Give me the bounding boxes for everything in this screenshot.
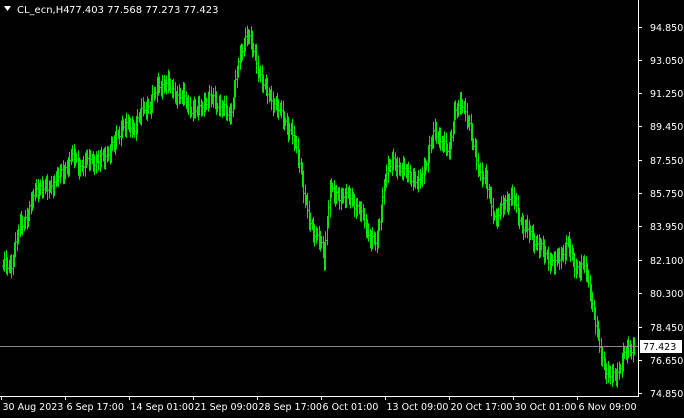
time-tick-label: 6 Sep 17:00 — [67, 402, 124, 413]
chart-header[interactable]: CL_ecn,H4 77.403 77.568 77.273 77.423 — [4, 5, 219, 16]
price-tick-label: 82.100 — [650, 256, 683, 267]
time-tick-label: 21 Sep 09:00 — [195, 402, 258, 413]
ohlc-values: 77.403 77.568 77.273 77.423 — [69, 5, 219, 16]
price-tick-label: 76.650 — [650, 356, 683, 367]
current-price-label: 77.423 — [643, 342, 676, 353]
price-tick-label: 78.450 — [650, 323, 683, 334]
price-tick-label: 74.850 — [650, 389, 683, 400]
price-tick-label: 94.850 — [650, 23, 683, 34]
price-chart-canvas[interactable]: 94.850 93.050 91.250 89.450 87.550 85.750 83.9… — [0, 0, 684, 414]
time-tick-label: 30 Aug 2023 — [3, 402, 64, 413]
time-tick-label: 6 Nov 09:00 — [579, 402, 637, 413]
symbol-label: CL_ecn,H4 — [17, 5, 70, 16]
time-tick-label: 6 Oct 01:00 — [323, 402, 379, 413]
price-tick-label: 93.050 — [650, 56, 683, 67]
price-chart[interactable]: 94.850 93.050 91.250 89.450 87.550 85.750 83.9… — [0, 0, 684, 414]
time-tick-label: 20 Oct 17:00 — [451, 402, 513, 413]
time-tick-label: 28 Sep 17:00 — [259, 402, 322, 413]
price-tick-label: 80.300 — [650, 289, 683, 300]
price-tick-label: 89.450 — [650, 122, 683, 133]
price-tick-label: 91.250 — [650, 89, 683, 100]
price-tick-label: 87.550 — [650, 156, 683, 167]
price-tick-label: 83.950 — [650, 222, 683, 233]
current-price-tag: 77.423 — [640, 340, 682, 353]
price-tick-label: 85.750 — [650, 189, 683, 200]
time-tick-label: 13 Oct 09:00 — [387, 402, 449, 413]
time-tick-label: 14 Sep 01:00 — [131, 402, 194, 413]
time-tick-label: 30 Oct 01:00 — [515, 402, 577, 413]
